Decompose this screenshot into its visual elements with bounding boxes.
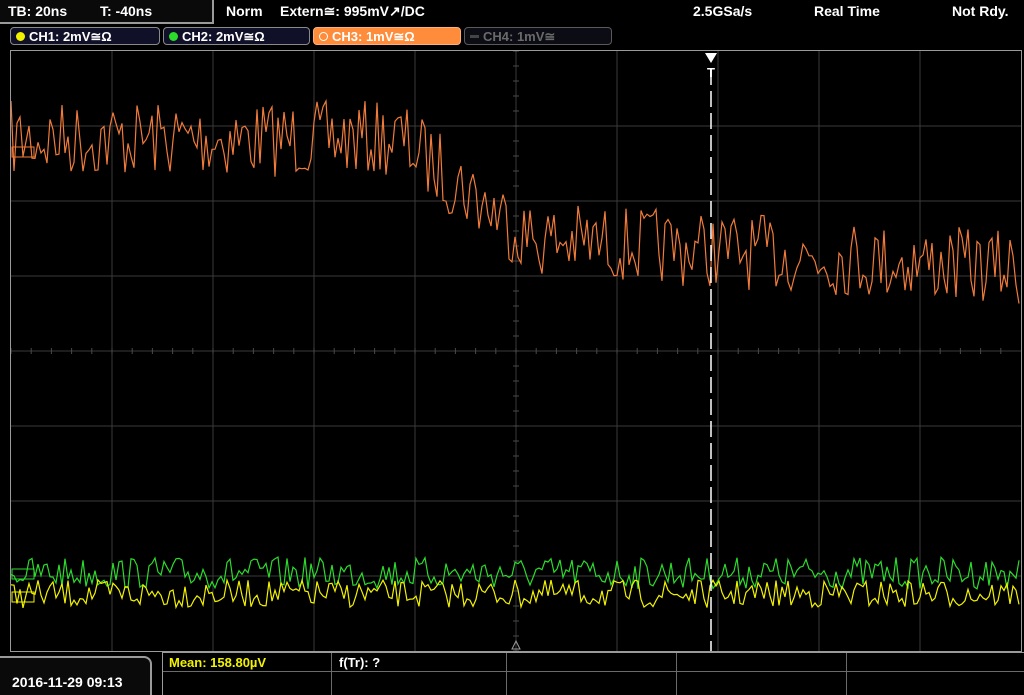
ch1-trace (11, 577, 1020, 610)
status-bar: TB: 20ns T: -40ns Norm Extern≅: 995mV↗/D… (0, 0, 1024, 24)
datetime-panel: 2016-11-29 09:13 (0, 656, 152, 695)
measurement-divider (506, 653, 507, 695)
trigger-offset-label: T: -40ns (100, 3, 153, 19)
ch2-label: CH2: 2mV≅Ω (182, 29, 265, 44)
ch3-button[interactable]: CH3: 1mV≅Ω (313, 27, 461, 45)
ch3-trace (11, 98, 1020, 304)
ch4-button[interactable]: CH4: 1mV≅ (464, 27, 612, 45)
ch4-label: CH4: 1mV≅ (483, 29, 556, 44)
sample-rate-label[interactable]: 2.5GSa/s (693, 3, 752, 19)
ready-state-label: Not Rdy. (952, 3, 1009, 19)
real-time-label[interactable]: Real Time (814, 3, 880, 19)
mean-measurement[interactable]: Mean: 158.80µV (169, 655, 266, 670)
acquisition-mode-label[interactable]: Norm (226, 3, 263, 19)
ch2-indicator-icon (169, 32, 178, 41)
timebase-label: TB: 20ns (8, 3, 68, 19)
trigger-marker-label: T (707, 65, 715, 80)
measurement-divider (676, 653, 677, 695)
footer-bar: 2016-11-29 09:13 Mean: 158.80µV f(Tr): ? (0, 652, 1024, 695)
ch1-indicator-icon (16, 32, 25, 41)
ch2-button[interactable]: CH2: 2mV≅Ω (163, 27, 310, 45)
channel-bar: CH1: 2mV≅Ω CH2: 2mV≅Ω CH3: 1mV≅Ω CH4: 1m… (0, 24, 1024, 50)
measurement-divider (163, 671, 1024, 672)
rise-frequency-measurement[interactable]: f(Tr): ? (339, 655, 380, 670)
ch1-button[interactable]: CH1: 2mV≅Ω (10, 27, 160, 45)
trigger-source-label[interactable]: Extern≅: 995mV↗/DC (280, 3, 425, 20)
timebase-panel[interactable]: TB: 20ns T: -40ns (0, 0, 214, 24)
waveform-canvas: T (11, 51, 1021, 651)
measurement-panel[interactable]: Mean: 158.80µV f(Tr): ? (162, 652, 1024, 695)
ch2-trace (11, 555, 1020, 590)
measurement-divider (331, 653, 332, 695)
ch4-indicator-icon (470, 35, 479, 38)
ch3-indicator-icon (319, 32, 328, 41)
waveform-display[interactable]: T (10, 50, 1022, 652)
ch1-label: CH1: 2mV≅Ω (29, 29, 112, 44)
trigger-arrow-icon (705, 53, 717, 63)
datetime-label: 2016-11-29 09:13 (12, 674, 123, 690)
measurement-divider (846, 653, 847, 695)
ch3-label: CH3: 1mV≅Ω (332, 29, 415, 44)
